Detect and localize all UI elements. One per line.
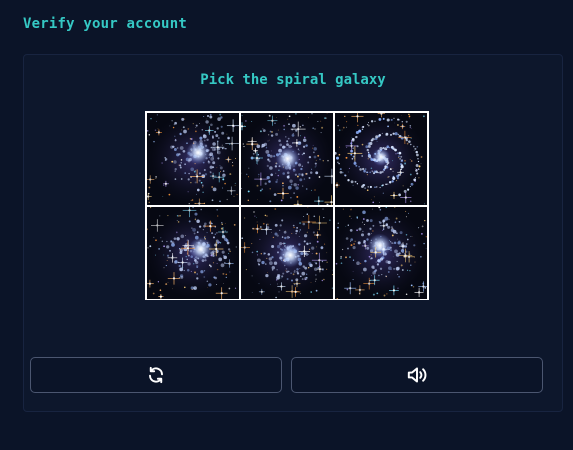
refresh-icon <box>147 366 165 384</box>
audio-button[interactable] <box>291 357 543 393</box>
image-tile-4[interactable] <box>147 207 239 299</box>
speaker-icon <box>406 366 428 384</box>
page-title: Verify your account <box>23 16 187 32</box>
image-tile-2[interactable] <box>241 113 333 205</box>
refresh-button[interactable] <box>30 357 282 393</box>
image-tile-3[interactable] <box>335 113 427 205</box>
challenge-prompt: Pick the spiral galaxy <box>200 72 386 88</box>
captcha-panel: Pick the spiral galaxy <box>23 54 563 412</box>
image-tile-5[interactable] <box>241 207 333 299</box>
image-tile-6[interactable] <box>335 207 427 299</box>
image-grid <box>145 111 429 300</box>
image-tile-1[interactable] <box>147 113 239 205</box>
